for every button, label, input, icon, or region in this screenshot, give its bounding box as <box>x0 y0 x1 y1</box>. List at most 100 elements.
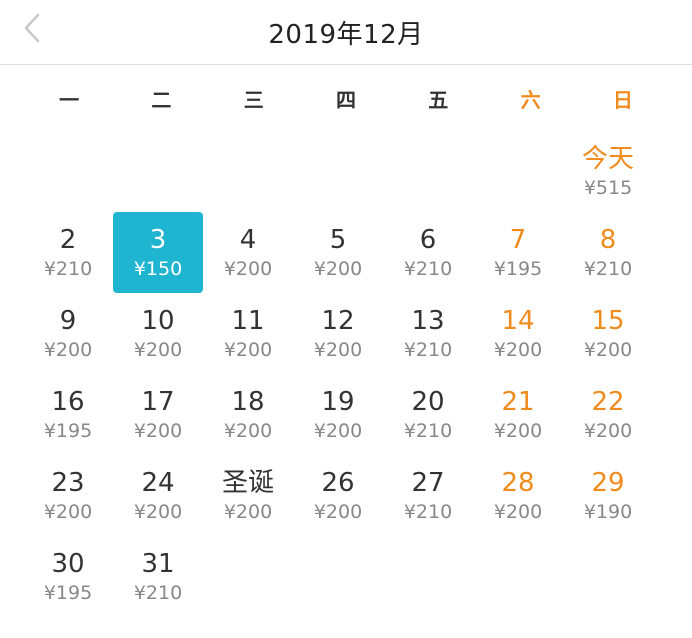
day-cell[interactable]: 11 ¥200 <box>203 293 293 374</box>
day-price: ¥210 <box>43 257 93 280</box>
day-number: 29 <box>591 467 625 498</box>
day-price: ¥210 <box>403 257 453 280</box>
day-cell[interactable]: 12 ¥200 <box>293 293 383 374</box>
weekday-label: 四 <box>335 87 356 112</box>
day-price: ¥200 <box>223 338 273 361</box>
day-price: ¥200 <box>223 257 273 280</box>
weekday-label: 六 <box>520 87 541 112</box>
weekday-label: 二 <box>151 87 172 112</box>
day-price: ¥200 <box>313 257 363 280</box>
empty-cell <box>113 131 203 212</box>
day-number: 22 <box>591 386 625 417</box>
day-price: ¥200 <box>43 500 93 523</box>
day-price: ¥200 <box>583 419 633 442</box>
day-number: 5 <box>329 224 347 255</box>
day-cell[interactable]: 5 ¥200 <box>293 212 383 293</box>
day-cell[interactable]: 6 ¥210 <box>383 212 473 293</box>
day-cell[interactable]: 17 ¥200 <box>113 374 203 455</box>
weekday-header-row: 一二三四五六日 <box>0 65 692 131</box>
day-cell[interactable]: 13 ¥210 <box>383 293 473 374</box>
day-number: 27 <box>411 467 445 498</box>
day-cell[interactable]: 20 ¥210 <box>383 374 473 455</box>
day-number: 19 <box>321 386 355 417</box>
day-number: 3 <box>149 224 167 255</box>
day-cell[interactable]: 27 ¥210 <box>383 455 473 536</box>
chevron-left-icon <box>24 13 40 43</box>
day-cell[interactable]: 18 ¥200 <box>203 374 293 455</box>
day-number: 17 <box>141 386 175 417</box>
back-button[interactable] <box>16 12 48 44</box>
day-cell-today[interactable]: 今天 ¥515 <box>563 131 653 212</box>
day-cell[interactable]: 14 ¥200 <box>473 293 563 374</box>
day-cell[interactable]: 26 ¥200 <box>293 455 383 536</box>
day-price: ¥210 <box>583 257 633 280</box>
day-cell[interactable]: 2 ¥210 <box>23 212 113 293</box>
weekday-label: 日 <box>612 87 633 112</box>
day-price: ¥200 <box>313 500 363 523</box>
day-price: ¥200 <box>313 419 363 442</box>
day-cell-selected[interactable]: 3 ¥150 <box>113 212 203 293</box>
day-number: 8 <box>599 224 617 255</box>
day-price: ¥200 <box>133 338 183 361</box>
day-number: 4 <box>239 224 257 255</box>
day-cell[interactable]: 10 ¥200 <box>113 293 203 374</box>
day-price: ¥200 <box>43 338 93 361</box>
weekday-label: 五 <box>428 87 449 112</box>
day-cell[interactable]: 16 ¥195 <box>23 374 113 455</box>
day-number: 20 <box>411 386 445 417</box>
day-number: 18 <box>231 386 265 417</box>
day-number: 10 <box>141 305 175 336</box>
day-number: 圣诞 <box>221 467 274 498</box>
day-cell[interactable]: 7 ¥195 <box>473 212 563 293</box>
day-price: ¥200 <box>493 500 543 523</box>
day-cell[interactable]: 4 ¥200 <box>203 212 293 293</box>
day-cell[interactable]: 29 ¥190 <box>563 455 653 536</box>
day-cell[interactable]: 15 ¥200 <box>563 293 653 374</box>
day-cell[interactable]: 28 ¥200 <box>473 455 563 536</box>
month-title: 2019年12月 <box>268 19 424 50</box>
day-price: ¥200 <box>133 500 183 523</box>
day-price: ¥200 <box>493 338 543 361</box>
day-price: ¥200 <box>223 500 273 523</box>
day-price: ¥200 <box>313 338 363 361</box>
day-cell[interactable]: 23 ¥200 <box>23 455 113 536</box>
day-price: ¥200 <box>493 419 543 442</box>
day-number: 6 <box>419 224 437 255</box>
day-number: 12 <box>321 305 355 336</box>
day-number: 15 <box>591 305 625 336</box>
day-cell[interactable]: 圣诞 ¥200 <box>203 455 293 536</box>
day-number: 11 <box>231 305 265 336</box>
day-price: ¥150 <box>133 257 183 280</box>
day-price: ¥195 <box>43 419 93 442</box>
day-price: ¥200 <box>133 419 183 442</box>
day-cell[interactable]: 24 ¥200 <box>113 455 203 536</box>
day-cell[interactable]: 8 ¥210 <box>563 212 653 293</box>
day-price: ¥210 <box>403 338 453 361</box>
empty-cell <box>23 131 113 212</box>
day-number: 24 <box>141 467 175 498</box>
day-cell[interactable]: 22 ¥200 <box>563 374 653 455</box>
day-price: ¥195 <box>43 581 93 604</box>
day-price: ¥210 <box>133 581 183 604</box>
day-number: 2 <box>59 224 77 255</box>
empty-cell <box>203 131 293 212</box>
day-number: 26 <box>321 467 355 498</box>
day-number: 9 <box>59 305 77 336</box>
day-cell[interactable]: 9 ¥200 <box>23 293 113 374</box>
calendar-header: 2019年12月 <box>0 0 692 65</box>
day-number: 30 <box>51 548 85 579</box>
empty-cell <box>293 131 383 212</box>
day-price: ¥210 <box>403 419 453 442</box>
day-cell[interactable]: 30 ¥195 <box>23 536 113 617</box>
day-cell[interactable]: 21 ¥200 <box>473 374 563 455</box>
day-price: ¥195 <box>493 257 543 280</box>
day-cell[interactable]: 31 ¥210 <box>113 536 203 617</box>
day-price: ¥200 <box>583 338 633 361</box>
day-number: 13 <box>411 305 445 336</box>
day-number: 28 <box>501 467 535 498</box>
day-cell[interactable]: 19 ¥200 <box>293 374 383 455</box>
empty-cell <box>473 131 563 212</box>
weekday-label: 一 <box>59 87 80 112</box>
day-price: ¥515 <box>583 176 633 199</box>
weekday-label: 三 <box>243 87 264 112</box>
